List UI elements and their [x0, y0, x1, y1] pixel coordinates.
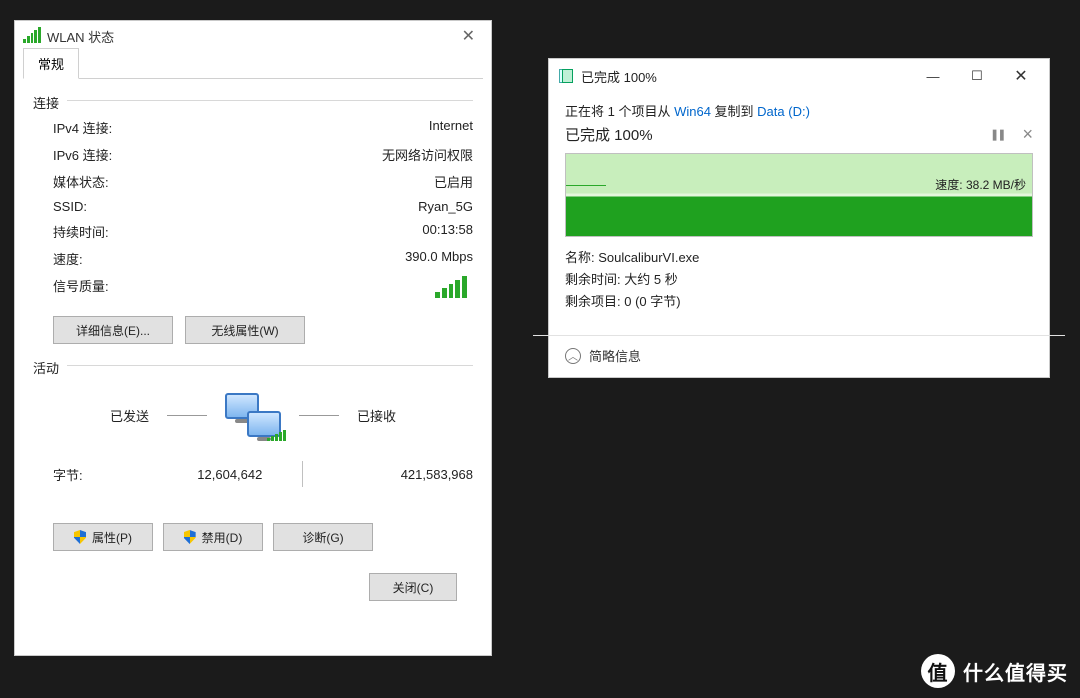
disable-button[interactable]: 禁用(D): [163, 523, 263, 551]
filename-label: 名称:: [565, 250, 598, 265]
divider: [299, 415, 339, 416]
copy-headline: 已完成 100%: [565, 124, 653, 145]
ipv6-label: IPv6 连接: [53, 145, 112, 164]
media-state-label: 媒体状态: [53, 172, 109, 191]
pause-button[interactable]: ❚❚: [990, 128, 1004, 141]
shield-icon: [74, 530, 86, 544]
divider: [67, 365, 473, 366]
ipv4-label: IPv4 连接: [53, 118, 112, 137]
watermark-text: 什么值得买: [963, 657, 1068, 686]
bytes-sent-value: 12,604,642: [143, 467, 263, 482]
remaining-time-value: 大约 5 秒: [624, 272, 677, 287]
watermark-badge: 值: [921, 654, 955, 688]
properties-button[interactable]: 属性(P): [53, 523, 153, 551]
fewer-details-label: 简略信息: [589, 346, 641, 365]
copy-titlebar[interactable]: 已完成 100% — ☐ ✕: [549, 59, 1049, 93]
details-button[interactable]: 详细信息(E)...: [53, 316, 173, 344]
connection-group-label: 连接: [33, 93, 59, 112]
received-label: 已接收: [357, 406, 396, 425]
network-activity-icon: [225, 393, 281, 437]
bytes-label: 字节:: [53, 465, 143, 484]
remaining-items-value: 0 (0 字节): [624, 294, 680, 309]
destination-link[interactable]: Data (D:): [757, 104, 810, 119]
close-icon[interactable]: ✕: [454, 26, 483, 46]
bytes-received-value: 421,583,968: [343, 467, 473, 482]
remaining-time-label: 剩余时间:: [565, 272, 624, 287]
maximize-button[interactable]: ☐: [955, 61, 999, 91]
file-copy-icon: [559, 69, 573, 83]
wifi-signal-icon: [435, 276, 467, 298]
diagnose-button[interactable]: 诊断(G): [273, 523, 373, 551]
speed-value: 390.0 Mbps: [405, 249, 473, 268]
divider: [67, 100, 473, 101]
ssid-label: SSID: [53, 199, 87, 214]
signal-quality-label: 信号质量: [53, 276, 109, 298]
remaining-items-label: 剩余项目:: [565, 294, 624, 309]
cancel-button[interactable]: ×: [1022, 128, 1033, 141]
tab-general[interactable]: 常规: [23, 48, 79, 79]
source-link[interactable]: Win64: [674, 104, 711, 119]
ipv4-value: Internet: [429, 118, 473, 137]
chevron-up-icon: ︿: [565, 348, 581, 364]
filename-value: SoulcaliburVI.exe: [598, 250, 699, 265]
ssid-value: Ryan_5G: [418, 199, 473, 214]
copy-title-text: 已完成 100%: [581, 67, 657, 86]
wlan-title-text: WLAN 状态: [47, 27, 114, 46]
divider: [167, 415, 207, 416]
duration-label: 持续时间: [53, 222, 109, 241]
disable-button-label: 禁用(D): [202, 529, 243, 546]
sent-label: 已发送: [110, 406, 149, 425]
divider: [302, 461, 303, 487]
wireless-properties-button[interactable]: 无线属性(W): [185, 316, 305, 344]
ipv6-value: 无网络访问权限: [382, 145, 473, 164]
copy-description-line: 正在将 1 个项目从 Win64 复制到 Data (D:): [565, 101, 1033, 120]
close-button[interactable]: ✕: [999, 61, 1043, 91]
watermark: 值 什么值得买: [921, 654, 1068, 688]
activity-group-label: 活动: [33, 358, 59, 377]
speed-readout: 速度: 38.2 MB/秒: [935, 176, 1026, 193]
media-state-value: 已启用: [434, 172, 473, 191]
fewer-details-toggle[interactable]: ︿ 简略信息: [549, 336, 1049, 375]
shield-icon: [184, 530, 196, 544]
file-copy-dialog: 已完成 100% — ☐ ✕ 正在将 1 个项目从 Win64 复制到 Data…: [548, 58, 1050, 378]
wlan-status-window: WLAN 状态 ✕ 常规 连接 IPv4 连接Internet IPv6 连接无…: [14, 20, 492, 656]
tab-strip: 常规: [23, 51, 483, 79]
properties-button-label: 属性(P): [92, 529, 132, 546]
close-button[interactable]: 关闭(C): [369, 573, 457, 601]
wlan-titlebar[interactable]: WLAN 状态 ✕: [15, 21, 491, 51]
speed-label: 速度: [53, 249, 83, 268]
wifi-signal-icon: [23, 29, 41, 43]
minimize-button[interactable]: —: [911, 61, 955, 91]
duration-value: 00:13:58: [422, 222, 473, 241]
throughput-graph: 速度: 38.2 MB/秒: [565, 153, 1033, 237]
